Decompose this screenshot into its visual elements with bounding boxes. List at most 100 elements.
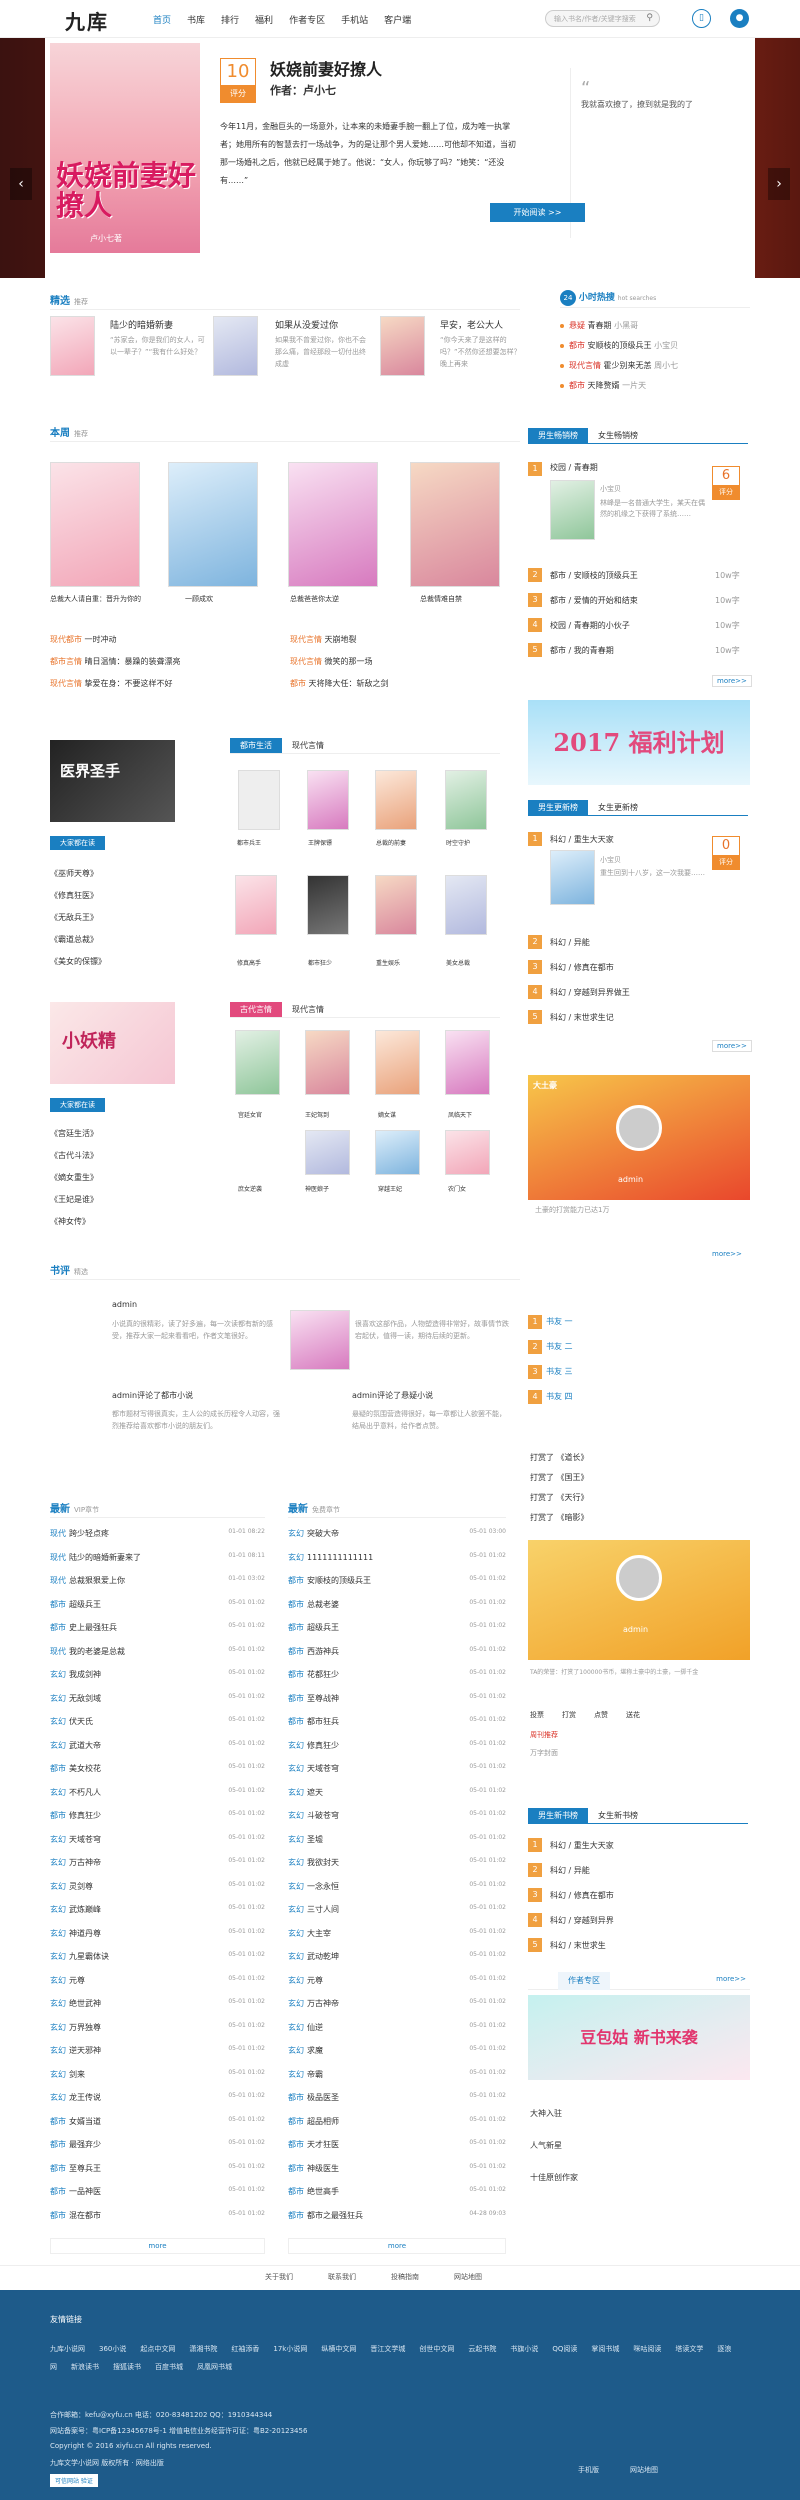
avatar[interactable] — [616, 1555, 662, 1601]
book-cover[interactable] — [550, 850, 595, 905]
rank-row[interactable]: 科幻 / 修真在都市 — [550, 1890, 614, 1901]
friend-link[interactable]: 360小说 — [99, 2345, 126, 2353]
chapter-row[interactable]: 玄幻 神道丹尊 05-01 01:02 — [50, 1928, 265, 1939]
book-cover[interactable] — [213, 316, 258, 376]
search-input[interactable]: 输入书名/作者/关键字搜索 ⚲ — [545, 10, 660, 27]
chapter-row[interactable]: 玄幻 帝霸 05-01 01:02 — [288, 2069, 506, 2080]
next-arrow-icon[interactable]: › — [768, 168, 790, 200]
book-name[interactable]: 都市兵王 — [237, 838, 261, 847]
chapter-row[interactable]: 玄幻 修真狂少 05-01 01:02 — [288, 1740, 506, 1751]
friend-link[interactable]: 搜狐读书 — [113, 2363, 141, 2371]
chapter-row[interactable]: 都市 混在都市 05-01 01:02 — [50, 2210, 265, 2221]
book-name[interactable]: 总裁情难自禁 — [420, 594, 462, 604]
book-cover[interactable] — [375, 1030, 420, 1095]
chapter-row[interactable]: 玄幻 仙逆 05-01 01:02 — [288, 2022, 506, 2033]
chapter-row[interactable]: 都市 美女校花 05-01 01:02 — [50, 1763, 265, 1774]
hot-row[interactable]: 都市 安顺枝的顶级兵王 小宝贝 — [560, 340, 678, 351]
hot-row[interactable]: 悬疑 青春期 小黑哥 — [560, 320, 638, 331]
footer-nav-link[interactable]: 关于我们 — [265, 2272, 293, 2282]
week-row[interactable]: 都市 天将降大任：斩敌之剑 — [290, 678, 389, 689]
side2-tag[interactable]: 万字封面 — [530, 1748, 558, 1758]
tab-female[interactable]: 女生更新榜 — [588, 800, 648, 815]
book-name[interactable]: 美女总裁 — [446, 958, 470, 967]
fans-tag[interactable]: 打赏了 《天行》 — [530, 1492, 589, 1503]
promo-banner[interactable]: 2017 福利计划 — [528, 700, 750, 785]
friend-link[interactable]: 塔读文学 — [675, 2345, 703, 2353]
nav-rank[interactable]: 排行 — [213, 10, 247, 29]
list-item[interactable]: 《神女传》 — [50, 1216, 90, 1227]
book-name[interactable]: 陆少的暗婚新妻 — [110, 318, 173, 331]
book-cover[interactable] — [50, 462, 140, 587]
book-name[interactable]: 宫廷女官 — [238, 1110, 262, 1119]
list-item[interactable]: 《无敌兵王》 — [50, 912, 98, 923]
chapter-row[interactable]: 都市 至尊兵王 05-01 01:02 — [50, 2163, 265, 2174]
rank-row[interactable]: 都市 / 安顺枝的顶级兵王 — [550, 570, 638, 581]
chapter-row[interactable]: 都市 花都狂少 05-01 01:02 — [288, 1669, 506, 1680]
rank-row[interactable]: 科幻 / 修真在都市 — [550, 962, 614, 973]
book-cover[interactable] — [288, 462, 378, 587]
banner-title[interactable]: 妖娆前妻好撩人 — [270, 56, 382, 80]
comment-user[interactable]: admin — [112, 1300, 137, 1309]
feature-cover[interactable]: 小妖精 — [50, 1002, 175, 1084]
side-link[interactable]: 人气新星 — [530, 2140, 562, 2151]
book-name[interactable]: 总裁大人请自重：晋升为你的 — [50, 594, 141, 604]
tab[interactable]: 女生新书榜 — [588, 1808, 648, 1823]
chapter-row[interactable]: 都市 安顺枝的顶级兵王 05-01 01:02 — [288, 1575, 506, 1586]
nav-mobile[interactable]: 手机站 — [333, 10, 376, 29]
chapter-row[interactable]: 玄幻 逆天邪神 05-01 01:02 — [50, 2045, 265, 2056]
tab[interactable]: 现代言情 — [282, 738, 334, 753]
rank-row[interactable]: 科幻 / 重生大天家 — [550, 1840, 614, 1851]
side2-tag[interactable]: 周刊推荐 — [530, 1730, 558, 1740]
chapter-row[interactable]: 都市 修真狂少 05-01 01:02 — [50, 1810, 265, 1821]
list-item[interactable]: 《修真狂医》 — [50, 890, 98, 901]
chapter-row[interactable]: 玄幻 圣墟 05-01 01:02 — [288, 1834, 506, 1845]
book-cover[interactable] — [235, 1030, 280, 1095]
author-promo[interactable]: 豆包姑 新书来袭 — [528, 1995, 750, 2080]
chapter-row[interactable]: 玄幻 灵剑尊 05-01 01:02 — [50, 1881, 265, 1892]
book-name[interactable]: 如果从没爱过你 — [275, 318, 338, 331]
rank-row[interactable]: 科幻 / 末世求生 — [550, 1940, 606, 1951]
stat[interactable]: 投票 — [530, 1710, 544, 1720]
prev-arrow-icon[interactable]: ‹ — [10, 168, 32, 200]
chapter-row[interactable]: 都市 总裁老婆 05-01 01:02 — [288, 1599, 506, 1610]
friend-link[interactable]: 晋江文学城 — [370, 2345, 405, 2353]
rank-row[interactable]: 科幻 / 穿越到异界 — [550, 1915, 614, 1926]
book-cover[interactable] — [238, 770, 280, 830]
chapter-row[interactable]: 都市 最强弃少 05-01 01:02 — [50, 2139, 265, 2150]
book-cover[interactable] — [445, 1130, 490, 1175]
chapter-row[interactable]: 玄幻 突破大帝 05-01 03:00 — [288, 1528, 506, 1539]
book-name[interactable]: 王牌保镖 — [308, 838, 332, 847]
book-cover[interactable] — [445, 770, 487, 830]
list-item[interactable]: 《宫廷生活》 — [50, 1128, 98, 1139]
rank-row[interactable]: 校园 / 青春期的小伙子 — [550, 620, 630, 631]
book-name[interactable]: 穿越王妃 — [378, 1184, 402, 1193]
footer-nav-link[interactable]: 网站地图 — [454, 2272, 482, 2282]
rank-row[interactable]: 科幻 / 末世求生记 — [550, 1012, 614, 1023]
tab-male[interactable]: 男生更新榜 — [528, 800, 588, 815]
book-cover[interactable] — [290, 1310, 350, 1370]
book-name[interactable]: 王妃驾到 — [305, 1110, 329, 1119]
friend-link[interactable]: 云起书院 — [468, 2345, 496, 2353]
book-name[interactable]: 庶女逆袭 — [238, 1184, 262, 1193]
footer-nav-link[interactable]: 投稿指南 — [391, 2272, 419, 2282]
list-item[interactable]: 《古代斗法》 — [50, 1150, 98, 1161]
more-button[interactable]: more — [50, 2238, 265, 2254]
book-name[interactable]: 修真高手 — [237, 958, 261, 967]
book-cover[interactable] — [550, 480, 595, 540]
fans-tag[interactable]: 打赏了 《道长》 — [530, 1452, 589, 1463]
banner-cover[interactable]: 妖娆前妻好撩人 卢小七著 — [50, 43, 200, 253]
book-cover[interactable] — [375, 875, 417, 935]
chapter-row[interactable]: 玄幻 天域苍穹 05-01 01:02 — [288, 1763, 506, 1774]
chapter-row[interactable]: 都市 天才狂医 05-01 01:02 — [288, 2139, 506, 2150]
friend-link[interactable]: 红袖添香 — [231, 2345, 259, 2353]
friend-link[interactable]: 百度书城 — [155, 2363, 183, 2371]
list-item[interactable]: 《霸道总裁》 — [50, 934, 98, 945]
chapter-row[interactable]: 玄幻 我欲封天 05-01 01:02 — [288, 1857, 506, 1868]
week-row[interactable]: 现代言情 挚爱在身：不要这样不好 — [50, 678, 173, 689]
friend-link[interactable]: 咪咕阅读 — [633, 2345, 661, 2353]
chapter-row[interactable]: 玄幻 九星霸体诀 05-01 01:02 — [50, 1951, 265, 1962]
hot-row[interactable]: 都市 天降赘婿 一片天 — [560, 380, 646, 391]
week-row[interactable]: 都市言情 晴日温情：暴躁的装聋漂亮 — [50, 656, 181, 667]
rank-row[interactable]: 科幻 / 穿越到异界做王 — [550, 987, 630, 998]
friend-link[interactable]: 17k小说网 — [273, 2345, 307, 2353]
